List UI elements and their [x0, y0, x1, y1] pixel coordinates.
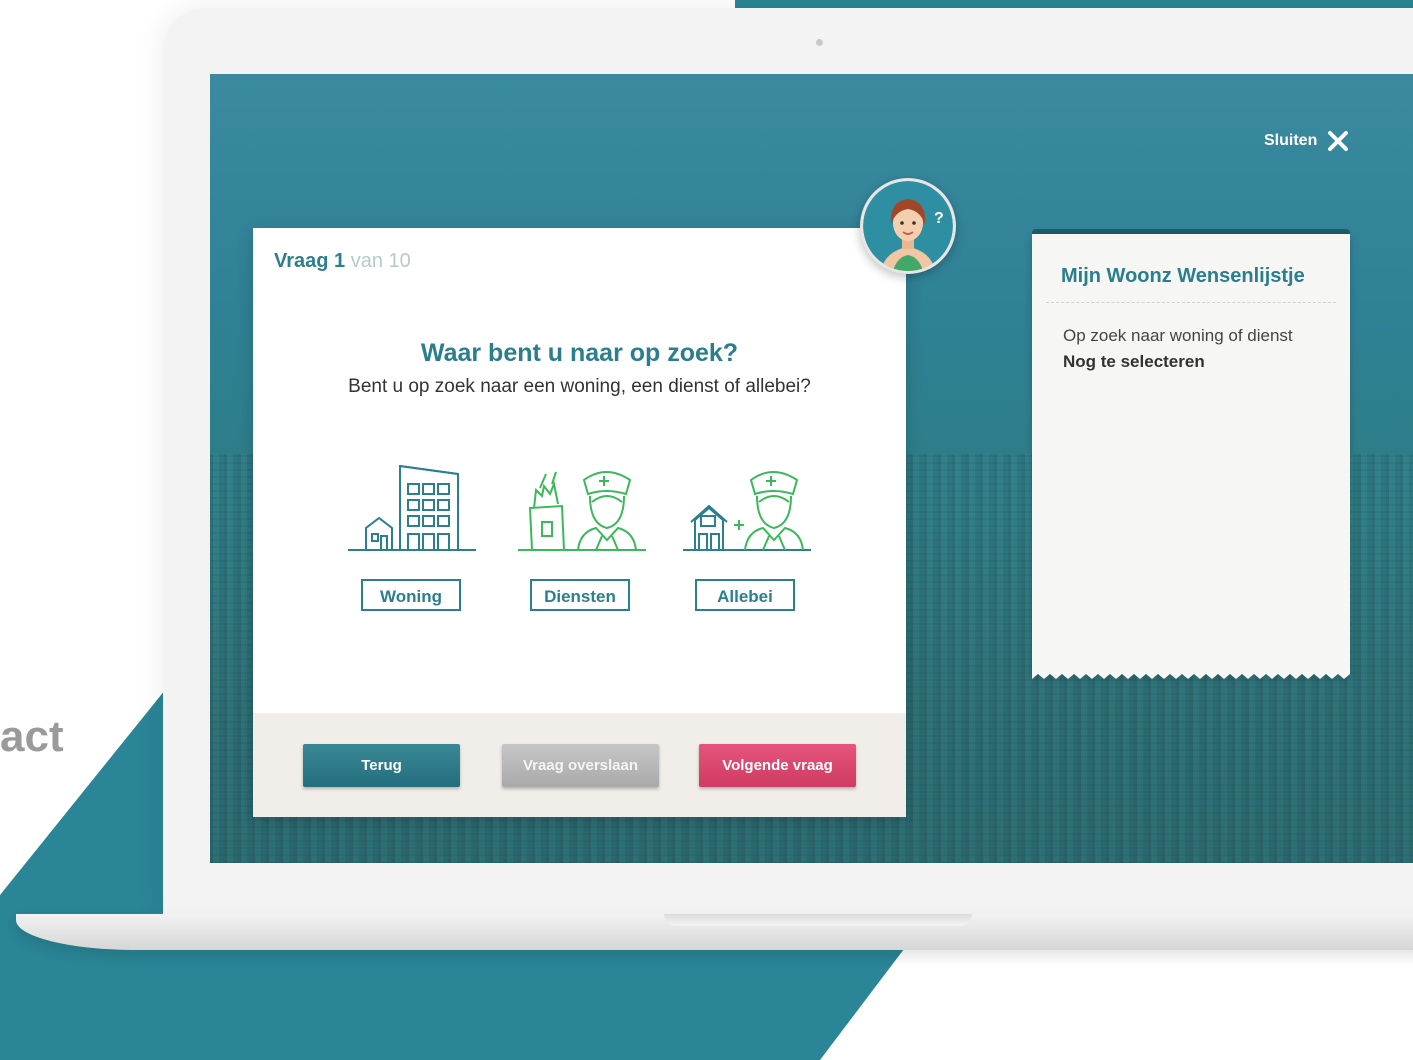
- laptop-base-notch: [664, 914, 972, 926]
- question-card: Vraag 1 van 10 Waar bent u naar op zoek?…: [253, 228, 906, 817]
- wishlist-title: Mijn Woonz Wensenlijstje: [1061, 265, 1305, 287]
- svg-text:?: ?: [934, 210, 944, 227]
- question-total: van 10: [350, 250, 411, 272]
- background-partial-text: act: [0, 712, 64, 761]
- camera-icon: [816, 39, 823, 46]
- question-number: 1: [334, 250, 346, 272]
- card-footer: Terug Vraag overslaan Volgende vraag: [253, 713, 906, 817]
- nurse-icon: [518, 471, 646, 551]
- close-button[interactable]: Sluiten: [1264, 130, 1349, 152]
- wishlist-item-label: Op zoek naar woning of dienst: [1063, 326, 1293, 345]
- option-diensten-button[interactable]: Diensten: [530, 579, 630, 611]
- next-question-button[interactable]: Volgende vraag: [699, 744, 856, 787]
- house-plus-nurse-icon: [683, 471, 811, 551]
- building-icon: [348, 464, 476, 551]
- wishlist-torn-edge: [1032, 669, 1350, 679]
- question-label: Vraag: [274, 250, 329, 272]
- wishlist-item-value: Nog te selecteren: [1063, 352, 1205, 371]
- question-counter: Vraag 1 van 10: [274, 250, 411, 273]
- skip-question-button[interactable]: Vraag overslaan: [502, 744, 659, 787]
- assistant-avatar-image: ?: [863, 181, 953, 271]
- option-allebei-button[interactable]: Allebei: [695, 579, 795, 611]
- question-subtitle: Bent u op zoek naar een woning, een dien…: [348, 376, 811, 397]
- close-icon: [1328, 131, 1349, 151]
- back-button[interactable]: Terug: [303, 744, 460, 787]
- wishlist-paper: Mijn Woonz Wensenlijstje Op zoek naar wo…: [1032, 234, 1350, 674]
- wishlist-divider: [1046, 302, 1336, 303]
- option-woning-button[interactable]: Woning: [361, 579, 461, 611]
- question-title: Waar bent u naar op zoek?: [420, 339, 739, 367]
- assistant-avatar: ?: [860, 178, 956, 274]
- app-screen: Sluiten Vraag 1 van 10 Waar bent u naar …: [210, 74, 1413, 863]
- close-label: Sluiten: [1264, 132, 1318, 149]
- wishlist-panel: Mijn Woonz Wensenlijstje Op zoek naar wo…: [1032, 229, 1350, 679]
